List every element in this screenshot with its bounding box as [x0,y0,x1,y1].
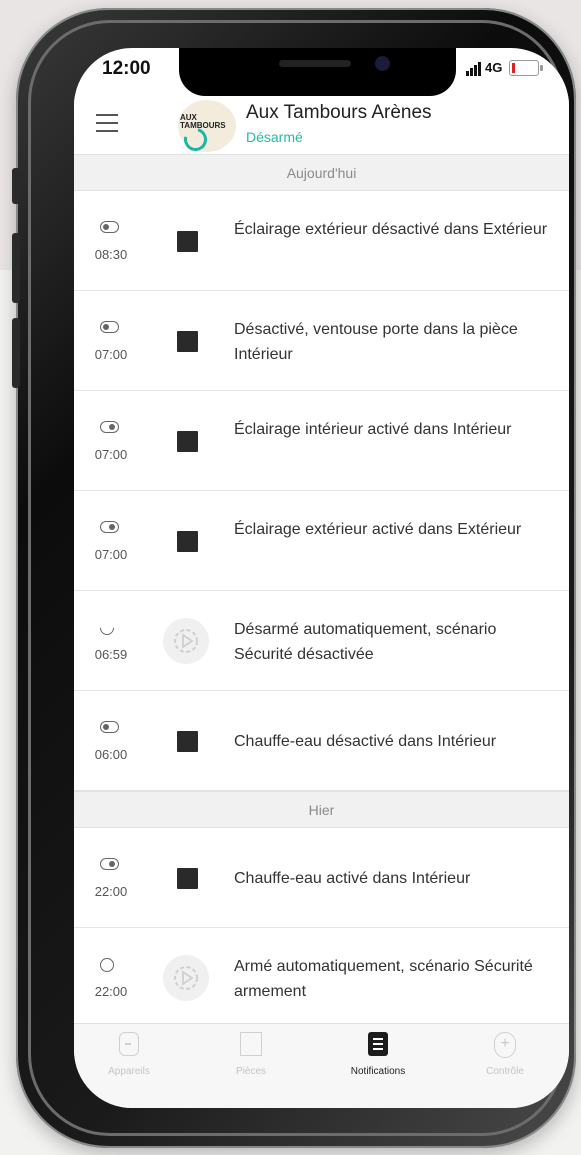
notification-row[interactable]: 06:59 Désarmé automatiquement, scénario S… [74,591,569,691]
device-icon [177,731,198,752]
notifications-icon [368,1032,388,1056]
notification-row[interactable]: 07:00 Désactivé, ventouse porte dans la p… [74,291,569,391]
site-status: Désarmé [246,129,303,145]
tab-control[interactable]: + Contrôle [450,1032,560,1092]
device-icon [177,231,198,252]
device-icon [177,431,198,452]
notification-time: 07:00 [94,447,128,462]
scenario-gear-icon [163,955,209,1001]
hamburger-menu-icon[interactable] [96,114,118,132]
devices-icon [119,1032,139,1056]
rooms-icon [240,1032,262,1056]
notification-time: 06:59 [94,647,128,662]
notification-time: 22:00 [94,884,128,899]
tab-devices[interactable]: Appareils [74,1032,184,1092]
section-header-yesterday: Hier [74,791,569,828]
device-icon [177,868,198,889]
notification-row[interactable]: 06:00 Chauffe-eau désactivé dans Intérieu… [74,691,569,791]
toggle-off-icon [100,721,120,735]
notification-time: 06:00 [94,747,128,762]
device-icon [177,531,198,552]
toggle-on-icon [100,858,120,872]
signal-icon [466,62,481,76]
tab-rooms[interactable]: Pièces [196,1032,306,1092]
notification-time: 08:30 [94,247,128,262]
volume-down-button [12,318,20,388]
notification-time: 22:00 [94,984,128,999]
battery-icon [509,60,543,76]
logo-text: AUX TAMBOURS [180,113,226,130]
notification-time: 07:00 [94,547,128,562]
volume-up-button [12,233,20,303]
bottom-tab-bar: Appareils Pièces Notifications + Contrôl… [74,1023,569,1108]
notification-text: Éclairage extérieur activé dans Extérieu… [234,521,522,538]
notification-text: Éclairage intérieur activé dans Intérieu… [234,421,512,438]
toggle-off-icon [100,221,120,235]
site-name[interactable]: Aux Tambours Arènes [246,102,432,124]
notification-text: Chauffe-eau désactivé dans Intérieur [234,733,497,750]
notification-row[interactable]: 22:00 Chauffe-eau activé dans Intérieur [74,828,569,928]
arm-icon [100,958,120,972]
notch [179,48,456,96]
control-icon: + [494,1032,516,1058]
notification-time: 07:00 [94,347,128,362]
notification-row[interactable]: 08:30 Éclairage extérieur désactivé dans … [74,191,569,291]
notification-row[interactable]: 22:00 Armé automatiquement, scénario Sécu… [74,928,569,1028]
clock: 12:00 [102,58,151,79]
phone-frame: 12:00 4G AUX TAMBOURS Aux Tambours Arène… [12,8,576,1148]
mute-switch [12,168,20,204]
notification-text: Désactivé, ventouse porte dans la pièce … [234,321,518,363]
toggle-off-icon [100,321,120,335]
toggle-on-icon [100,421,120,435]
app-header: AUX TAMBOURS Aux Tambours Arènes Désarmé [74,96,569,156]
notification-text: Désarmé automatiquement, scénario Sécuri… [234,621,497,663]
notification-text: Éclairage extérieur désactivé dans Extér… [234,221,548,238]
toggle-on-icon [100,521,120,535]
scenario-gear-icon [163,618,209,664]
tab-notifications[interactable]: Notifications [323,1032,433,1092]
network-type: 4G [485,60,503,75]
section-header-today: Aujourd'hui [74,154,569,191]
notification-text: Chauffe-eau activé dans Intérieur [234,870,471,887]
notification-row[interactable]: 07:00 Éclairage extérieur activé dans Ext… [74,491,569,591]
notification-text: Armé automatiquement, scénario Sécurité … [234,958,533,1000]
device-icon [177,331,198,352]
disarm-icon [97,618,120,638]
site-logo[interactable]: AUX TAMBOURS [178,100,236,156]
notification-row[interactable]: 07:00 Éclairage intérieur activé dans Int… [74,391,569,491]
app-screen: 12:00 4G AUX TAMBOURS Aux Tambours Arène… [74,48,569,1108]
